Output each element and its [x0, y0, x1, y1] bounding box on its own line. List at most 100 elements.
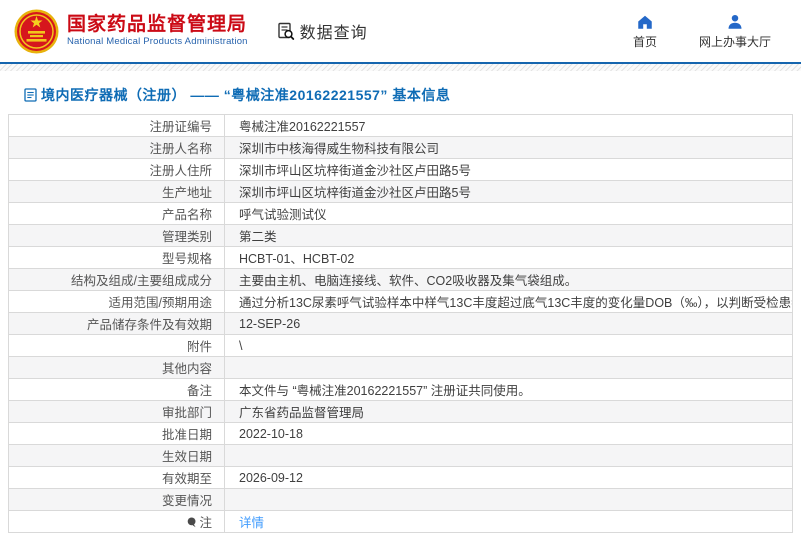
registration-info-table: 注册证编号 粤械注准20162221557 注册人名称 深圳市中核海得威生物科技…	[8, 114, 793, 533]
row-label-text: 注册人名称	[149, 142, 212, 156]
table-row: 结构及组成/主要组成成分 主要由主机、电脑连接线、软件、CO2吸收器及集气袋组成…	[8, 268, 793, 291]
table-row: 批准日期 2022-10-18	[8, 422, 793, 445]
row-value: 2026-09-12	[224, 466, 793, 489]
row-value: 通过分析13C尿素呼气试验样本中样气13C丰度超过底气13C丰度的变化量DOB（…	[224, 290, 793, 313]
row-label-text: 生产地址	[161, 186, 212, 200]
row-value: 深圳市坪山区坑梓街道金沙社区卢田路5号	[224, 180, 793, 203]
registration-info-table-wrap: 注册证编号 粤械注准20162221557 注册人名称 深圳市中核海得威生物科技…	[8, 114, 793, 533]
row-value: HCBT-01、HCBT-02	[224, 246, 793, 269]
row-value-text: 第二类	[239, 230, 277, 244]
agency-title-block: 国家药品监督管理局 National Medical Products Admi…	[67, 14, 248, 48]
row-value-text: 广东省药品监督管理局	[239, 406, 365, 420]
table-row: 注 详情	[8, 510, 793, 533]
table-row: 适用范围/预期用途 通过分析13C尿素呼气试验样本中样气13C丰度超过底气13C…	[8, 290, 793, 313]
data-query-label: 数据查询	[299, 25, 368, 42]
nav-service-hall-label: 网上办事大厅	[698, 34, 771, 49]
row-value: 主要由主机、电脑连接线、软件、CO2吸收器及集气袋组成。	[224, 268, 793, 291]
row-label: 备注	[8, 378, 225, 401]
row-value: 深圳市中核海得威生物科技有限公司	[224, 136, 793, 159]
data-query-section: 数据查询	[276, 19, 368, 43]
row-value-text: 通过分析13C尿素呼气试验样本中样气13C丰度超过底气13C丰度的变化量DOB（…	[239, 296, 792, 310]
hatch-pattern-band	[0, 64, 801, 71]
table-row: 注册人住所 深圳市坪山区坑梓街道金沙社区卢田路5号	[8, 158, 793, 181]
row-label: 产品储存条件及有效期	[8, 312, 225, 335]
row-label-text: 变更情况	[161, 494, 212, 508]
row-label-text: 产品储存条件及有效期	[86, 318, 212, 332]
national-emblem-icon	[14, 9, 59, 53]
table-row: 审批部门 广东省药品监督管理局	[8, 400, 793, 423]
agency-name-en: National Medical Products Administration	[67, 36, 248, 47]
row-label: 其他内容	[8, 356, 225, 379]
table-row: 变更情况	[8, 488, 793, 511]
table-row: 产品名称 呼气试验测试仪	[8, 202, 793, 225]
row-value-text: 2022-10-18	[239, 426, 303, 441]
agency-name-cn: 国家药品监督管理局	[67, 14, 248, 35]
row-label-text: 备注	[186, 384, 212, 398]
row-value-text: 呼气试验测试仪	[239, 208, 327, 222]
row-label-text: 注册人住所	[149, 164, 212, 178]
row-label-text: 管理类别	[161, 230, 212, 244]
page-title-bar: 境内医疗器械（注册） —— “粤械注准20162221557” 基本信息	[0, 71, 801, 105]
row-label-text: 注	[199, 516, 212, 530]
user-icon	[728, 14, 742, 29]
row-value-text: 深圳市坪山区坑梓街道金沙社区卢田路5号	[239, 164, 471, 178]
row-label: 批准日期	[8, 422, 225, 445]
table-row: 有效期至 2026-09-12	[8, 466, 793, 489]
table-row: 生效日期	[8, 444, 793, 467]
nav-item-service-hall[interactable]: 网上办事大厅	[699, 13, 771, 50]
row-value: 深圳市坪山区坑梓街道金沙社区卢田路5号	[224, 158, 793, 181]
row-value-text: 深圳市中核海得威生物科技有限公司	[239, 142, 440, 156]
row-label-text: 适用范围/预期用途	[108, 296, 212, 310]
row-label: 生产地址	[8, 180, 225, 203]
table-row: 附件 \	[8, 334, 793, 357]
row-label-text: 型号规格	[161, 252, 212, 266]
row-value: \	[224, 334, 793, 357]
row-label: 适用范围/预期用途	[8, 290, 225, 313]
row-label-text: 批准日期	[161, 428, 212, 442]
info-table-body: 注册证编号 粤械注准20162221557 注册人名称 深圳市中核海得威生物科技…	[8, 114, 793, 533]
row-value: 详情	[224, 510, 793, 533]
detail-link[interactable]: 详情	[239, 516, 264, 530]
row-value-text: 粤械注准20162221557	[239, 120, 366, 134]
row-label-text: 结构及组成/主要组成成分	[71, 274, 212, 288]
page-title: 境内医疗器械（注册） —— “粤械注准20162221557” 基本信息	[41, 87, 451, 103]
note-balloon-icon	[187, 517, 197, 531]
row-value: 本文件与 “粤械注准20162221557” 注册证共同使用。	[224, 378, 793, 401]
header: 国家药品监督管理局 National Medical Products Admi…	[0, 0, 801, 62]
row-label: 注册人住所	[8, 158, 225, 181]
table-row: 管理类别 第二类	[8, 224, 793, 247]
row-label: 审批部门	[8, 400, 225, 423]
row-value	[224, 488, 793, 511]
table-row: 型号规格 HCBT-01、HCBT-02	[8, 246, 793, 269]
row-label-text: 其他内容	[161, 362, 212, 376]
row-label: 附件	[8, 334, 225, 357]
row-value	[224, 356, 793, 379]
table-row: 产品储存条件及有效期 12-SEP-26	[8, 312, 793, 335]
row-label: 注册人名称	[8, 136, 225, 159]
row-label-text: 审批部门	[161, 406, 212, 420]
row-value-text: 主要由主机、电脑连接线、软件、CO2吸收器及集气袋组成。	[239, 274, 578, 288]
row-label: 型号规格	[8, 246, 225, 269]
nav-home-label: 首页	[632, 34, 657, 49]
row-label: 有效期至	[8, 466, 225, 489]
table-row: 其他内容	[8, 356, 793, 379]
row-value: 粤械注准20162221557	[224, 114, 793, 137]
header-nav: 首页 网上办事大厅	[633, 13, 771, 50]
home-icon	[638, 15, 652, 29]
row-label-text: 附件	[186, 340, 212, 354]
row-value-text: \	[239, 338, 243, 353]
row-label: 变更情况	[8, 488, 225, 511]
nav-item-home[interactable]: 首页	[633, 13, 657, 50]
row-label-text: 生效日期	[161, 450, 212, 464]
document-search-icon	[277, 22, 294, 40]
row-value-text: 深圳市坪山区坑梓街道金沙社区卢田路5号	[239, 186, 471, 200]
table-row: 生产地址 深圳市坪山区坑梓街道金沙社区卢田路5号	[8, 180, 793, 203]
row-value: 呼气试验测试仪	[224, 202, 793, 225]
row-label: 结构及组成/主要组成成分	[8, 268, 225, 291]
row-label: 注	[8, 510, 225, 533]
row-value-text: 2026-09-12	[239, 470, 303, 485]
table-row: 注册证编号 粤械注准20162221557	[8, 114, 793, 137]
row-label: 注册证编号	[8, 114, 225, 137]
row-value-text: 本文件与 “粤械注准20162221557” 注册证共同使用。	[239, 384, 531, 398]
table-row: 备注 本文件与 “粤械注准20162221557” 注册证共同使用。	[8, 378, 793, 401]
